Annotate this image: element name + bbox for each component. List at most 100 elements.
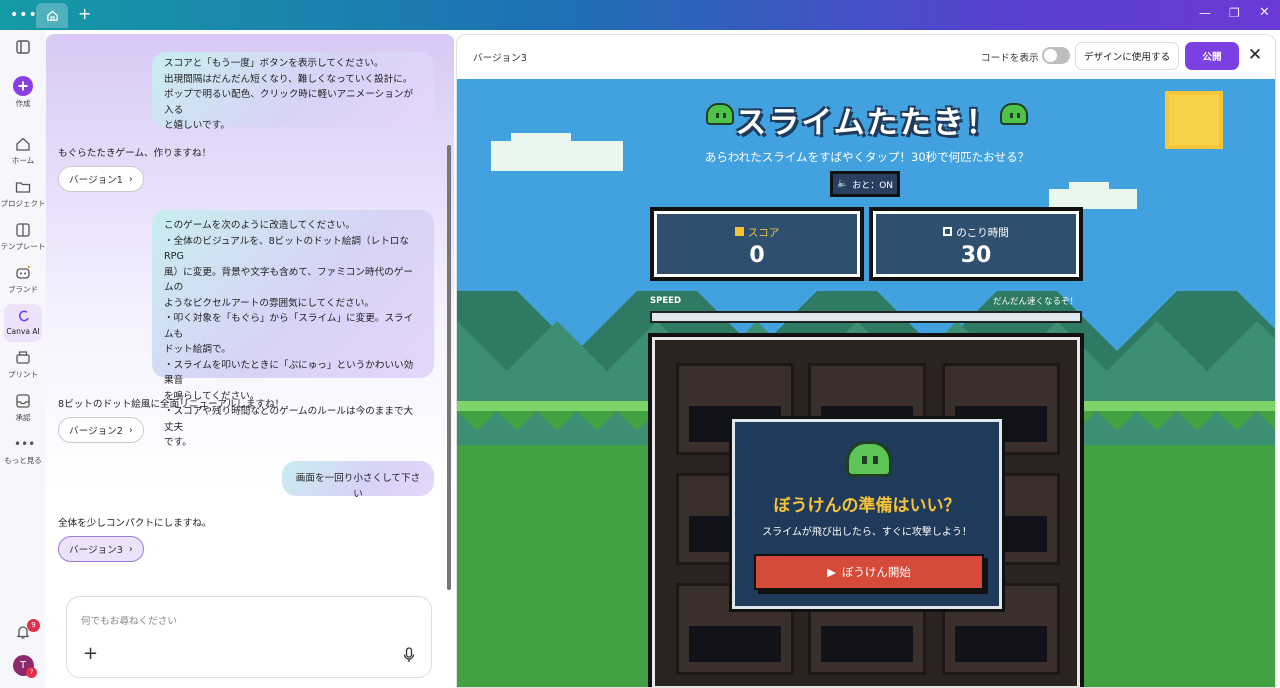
score-label-text: スコア: [747, 227, 780, 239]
chat-panel: スコアと「もう一度」ボタンを表示してください。 出現間隔はだんだん短くなり、難し…: [46, 30, 456, 688]
time-label: のこり時間: [873, 225, 1079, 240]
time-panel: のこり時間 30: [869, 207, 1083, 281]
version-1-button[interactable]: バージョン1 ›: [58, 166, 144, 192]
message-line: ・スライムを叩いたときに「ぷにゅっ」というかわいい効果音: [164, 359, 414, 387]
user-message: スコアと「もう一度」ボタンを表示してください。 出現間隔はだんだん短くなり、難し…: [152, 52, 434, 131]
home-tab[interactable]: [36, 3, 68, 28]
game-title: スライムたたき！: [735, 105, 999, 141]
sidebar-item-label: 承認: [15, 413, 31, 422]
message-line: ポップで明るい配色、クリック時に軽いアニメーションが入る: [164, 89, 414, 116]
sidebar-item-projects[interactable]: プロジェクト: [0, 178, 46, 209]
version-3-button[interactable]: バージョン3 ›: [58, 536, 144, 562]
game-canvas: スライムたたき！ あらわれたスライムをすばやくタップ！30秒で何匹たおせる？ 🔈…: [457, 79, 1275, 687]
score-panel: スコア 0: [650, 207, 864, 281]
sidebar-item-templates[interactable]: テンプレート: [0, 221, 46, 252]
sound-toggle-button[interactable]: 🔈 おと：ON: [830, 171, 900, 197]
chevron-right-icon: ›: [128, 173, 133, 185]
preview-title: バージョン3: [473, 53, 527, 64]
score-label: スコア: [654, 225, 860, 240]
speed-note: だんだん速くなるぞ！: [993, 297, 1079, 307]
show-code-toggle[interactable]: [1042, 47, 1070, 64]
cloud: [1069, 182, 1109, 190]
sidebar-item-label: プロジェクト: [0, 199, 46, 208]
start-dialog: ぼうけんの準備はいい？ スライムが飛び出したら、すぐに攻撃しよう！ ▶ ぼうけん…: [729, 416, 1005, 612]
new-tab-button[interactable]: +: [78, 4, 91, 23]
panel-toggle-icon: [16, 40, 30, 54]
canva-ai-icon: [19, 310, 29, 322]
preview-panel: バージョン3 コードを表示 デザインに使用する 公開 ✕ スライムたたき！ あら…: [456, 34, 1276, 688]
start-button[interactable]: ▶ ぼうけん開始: [754, 554, 984, 590]
sidebar-item-label: ホーム: [11, 156, 35, 165]
message-line: 風）に変更。背景や文字も含めて、ファミコン時代のゲームの: [164, 266, 413, 294]
inbox-icon: [16, 394, 30, 408]
message-line: 出現間隔はだんだん短くなり、難しくなっていく設計に。: [164, 73, 413, 85]
print-icon: [16, 351, 30, 364]
brand-icon: [16, 265, 31, 279]
speed-label: SPEED: [650, 296, 682, 306]
message-line: ・全体のビジュアルを、8ビットのドット絵調（レトロなRPG: [164, 235, 409, 263]
folder-icon: [15, 182, 31, 193]
speaker-icon: 🔈: [836, 179, 849, 189]
preview-header: バージョン3 コードを表示 デザインに使用する 公開 ✕: [457, 35, 1275, 79]
start-button-label: ぼうけん開始: [841, 565, 911, 579]
sidebar-item-canva-ai[interactable]: Canva AI: [4, 304, 42, 342]
toggle-panel-button[interactable]: [0, 38, 46, 56]
version-label: バージョン1: [69, 175, 123, 186]
avatar[interactable]: T 7: [0, 655, 46, 678]
sidebar: 作成 ホーム プロジェクト テンプレート ブランド Canva AI プリント …: [0, 30, 46, 688]
user-message: 画面を一回り小さくして下さい: [282, 461, 434, 500]
time-label-text: のこり時間: [956, 227, 1009, 239]
version-label: バージョン2: [69, 426, 123, 437]
chat-scrollbar[interactable]: [447, 145, 451, 590]
notifications-button[interactable]: 9: [0, 619, 46, 641]
microphone-icon[interactable]: [403, 647, 415, 663]
coin-icon: [734, 227, 744, 236]
game-subtitle: あらわれたスライムをすばやくタップ！30秒で何匹たおせる？: [704, 150, 1030, 164]
template-icon: [16, 223, 30, 237]
chat-input-placeholder: 何でもお尋ねください: [81, 616, 177, 627]
use-in-design-button[interactable]: デザインに使用する: [1075, 42, 1179, 70]
timer-icon: [943, 227, 953, 236]
message-line: このゲームを次のように改造してください。: [164, 220, 356, 231]
message-line: ・叩く対象を「もぐら」から「スライム」に変更。スライムも: [164, 313, 414, 340]
user-message: このゲームを次のように改造してください。 ・全体のビジュアルを、8ビットのドット…: [152, 210, 434, 448]
sidebar-item-print[interactable]: プリント: [0, 349, 46, 380]
dialog-title: ぼうけんの準備はいい？: [773, 496, 961, 516]
time-value: 30: [960, 243, 992, 268]
version-label: バージョン3: [69, 545, 123, 556]
minimize-icon[interactable]: —: [1199, 6, 1211, 20]
sidebar-item-more[interactable]: ••• もっと見る: [0, 435, 46, 466]
create-button[interactable]: 作成: [0, 76, 46, 109]
restore-icon[interactable]: ❐: [1229, 6, 1240, 20]
menu-dots-icon[interactable]: •••: [10, 7, 38, 23]
plus-circle-icon: [13, 76, 33, 96]
sidebar-item-label: プリント: [8, 370, 38, 379]
sidebar-item-approval[interactable]: 承認: [0, 392, 46, 423]
play-icon: ▶: [827, 565, 836, 579]
sound-label: おと：ON: [852, 180, 894, 191]
cloud: [1049, 189, 1137, 209]
chevron-right-icon: ›: [128, 543, 133, 555]
home-icon: [16, 137, 30, 151]
sidebar-item-label: テンプレート: [0, 242, 46, 251]
more-icon: •••: [14, 437, 36, 451]
assistant-message: 8ビットのドット絵風に全面リニューアルしますね！: [58, 399, 285, 410]
sidebar-item-label: もっと見る: [4, 456, 42, 465]
version-2-button[interactable]: バージョン2 ›: [58, 417, 144, 443]
message-line: です。: [164, 437, 192, 448]
publish-button[interactable]: 公開: [1185, 42, 1239, 70]
speed-bar: [650, 311, 1082, 323]
close-window-icon[interactable]: ✕: [1259, 5, 1270, 20]
sidebar-item-label: Canva AI: [6, 327, 40, 336]
message-line: ようなピクセルアートの雰囲気にしてください。: [164, 297, 374, 309]
sidebar-item-brand[interactable]: ブランド: [0, 264, 46, 295]
sidebar-item-label: ブランド: [8, 285, 38, 294]
score-value: 0: [749, 243, 765, 268]
chat-input[interactable]: 何でもお尋ねください +: [66, 596, 432, 678]
avatar-badge: 7: [26, 667, 37, 678]
add-attachment-icon[interactable]: +: [83, 643, 98, 664]
close-preview-icon[interactable]: ✕: [1244, 44, 1266, 66]
sidebar-item-home[interactable]: ホーム: [0, 135, 46, 166]
show-code-label: コードを表示: [981, 53, 1039, 64]
message-line: 画面を一回り小さくして下さい: [295, 473, 421, 500]
